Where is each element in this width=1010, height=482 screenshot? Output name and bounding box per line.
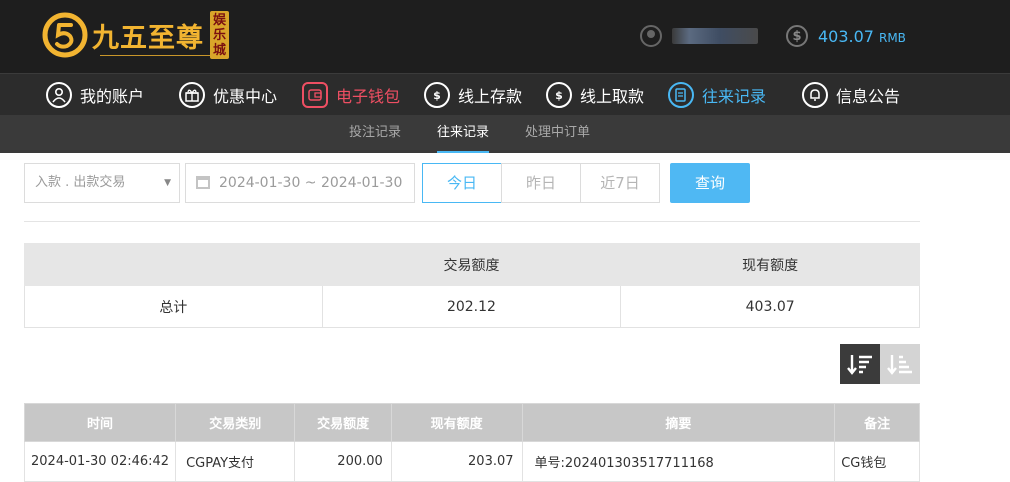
gift-icon	[179, 82, 205, 108]
nav-item-announcements[interactable]: 信息公告	[802, 74, 900, 116]
nav-item-label: 线上存款	[458, 87, 523, 106]
main-nav: 我的账户 优惠中心 电子钱包 $ 线上存款 $ 线上取款 往来记录 信息公告	[0, 73, 1010, 115]
nav-item-wallet[interactable]: 电子钱包	[302, 74, 400, 116]
records-header-cell: 摘要	[521, 403, 836, 442]
summary-row: 总计 202.12 403.07	[24, 285, 920, 328]
balance-unit: RMB	[878, 30, 906, 45]
record-summary: 单号:202401303517711168	[521, 441, 836, 482]
table-row[interactable]: 2024-01-30 02:46:42 CGPAY支付 200.00 203.0…	[23, 441, 920, 482]
nav-item-label: 线上取款	[580, 87, 645, 106]
records-header-cell: 时间	[23, 403, 177, 442]
summary-header-cell: 交易额度	[321, 243, 622, 286]
nav-item-records[interactable]: 往来记录	[668, 74, 766, 116]
transaction-type-select[interactable]: 入款 . 出款交易 ▼	[24, 163, 180, 203]
tab-bet-records[interactable]: 投注记录	[349, 115, 401, 153]
tab-transaction-records[interactable]: 往来记录	[437, 115, 490, 153]
logo-badge: 娱 乐 城	[210, 11, 229, 59]
summary-header-row: 交易额度 现有额度	[24, 243, 920, 286]
record-type: CGPAY支付	[175, 441, 296, 482]
username-redacted	[672, 28, 758, 44]
divider	[24, 221, 920, 222]
withdraw-icon: $	[546, 82, 572, 108]
calendar-icon	[196, 176, 210, 189]
balance-amount: 403.07	[818, 26, 874, 46]
records-header-cell: 备注	[834, 403, 920, 442]
records-header-cell: 现有额度	[390, 403, 523, 442]
records-header-cell: 交易额度	[294, 403, 392, 442]
summary-header-cell: 现有额度	[620, 243, 920, 286]
avatar-icon	[640, 25, 662, 47]
logo-underline	[100, 55, 210, 56]
wallet-icon	[302, 82, 328, 108]
summary-table: 交易额度 现有额度 总计 202.12 403.07	[24, 243, 920, 328]
record-transaction-amount: 200.00	[294, 441, 392, 482]
date-range-input[interactable]: 2024-01-30 ~ 2024-01-30	[185, 163, 415, 203]
summary-current-amount: 403.07	[620, 285, 920, 328]
logo-emblem-icon	[42, 12, 88, 58]
chevron-down-icon: ▼	[164, 178, 171, 188]
logo-text: 九五至尊	[92, 22, 204, 54]
query-button[interactable]: 查询	[670, 163, 750, 203]
sort-descending-icon	[847, 355, 872, 375]
nav-item-promotions[interactable]: 优惠中心	[179, 74, 277, 116]
bell-icon	[802, 82, 828, 108]
nav-item-label: 往来记录	[702, 87, 767, 106]
user-icon	[46, 82, 72, 108]
today-button[interactable]: 今日	[422, 163, 502, 203]
logo-badge-char: 娱	[212, 12, 226, 28]
summary-header-cell	[24, 243, 323, 286]
records-icon	[668, 82, 694, 108]
logo-badge-char: 城	[212, 42, 226, 58]
sub-nav: 投注记录 往来记录 处理中订单	[0, 115, 1010, 153]
summary-transaction-amount: 202.12	[321, 285, 622, 328]
top-header: 九五至尊 娱 乐 城 $ 403.07 RMB	[0, 0, 1010, 73]
record-note: CG钱包	[834, 441, 920, 482]
last-7-days-button[interactable]: 近7日	[580, 163, 660, 203]
record-time: 2024-01-30 02:46:42	[23, 441, 177, 482]
deposit-icon: $	[424, 82, 450, 108]
sort-ascending-icon	[887, 355, 912, 375]
record-current-amount: 203.07	[390, 441, 523, 482]
summary-total-label: 总计	[24, 285, 323, 328]
sort-descending-button[interactable]	[840, 344, 880, 384]
logo-badge-char: 乐	[212, 27, 226, 43]
transaction-type-value: 入款 . 出款交易	[35, 175, 126, 190]
site-logo[interactable]: 九五至尊 娱 乐 城	[42, 8, 229, 62]
nav-item-label: 信息公告	[836, 87, 901, 106]
nav-item-label: 我的账户	[80, 87, 145, 106]
records-table: 时间 交易类别 交易额度 现有额度 摘要 备注 2024-01-30 02:46…	[23, 403, 920, 482]
tab-pending-orders[interactable]: 处理中订单	[525, 115, 590, 153]
nav-item-account[interactable]: 我的账户	[46, 74, 144, 116]
nav-item-deposit[interactable]: $ 线上存款	[424, 74, 522, 116]
yesterday-button[interactable]: 昨日	[501, 163, 581, 203]
user-info[interactable]	[640, 25, 758, 47]
nav-item-label: 优惠中心	[213, 87, 278, 106]
records-header-row: 时间 交易类别 交易额度 现有额度 摘要 备注	[23, 403, 920, 442]
records-header-cell: 交易类别	[175, 403, 296, 442]
date-range-value: 2024-01-30 ~ 2024-01-30	[219, 175, 403, 191]
balance-display: $ 403.07 RMB	[786, 25, 906, 47]
dollar-icon: $	[786, 25, 808, 47]
sort-ascending-button[interactable]	[880, 344, 920, 384]
nav-item-withdraw[interactable]: $ 线上取款	[546, 74, 644, 116]
nav-item-label: 电子钱包	[336, 87, 401, 106]
